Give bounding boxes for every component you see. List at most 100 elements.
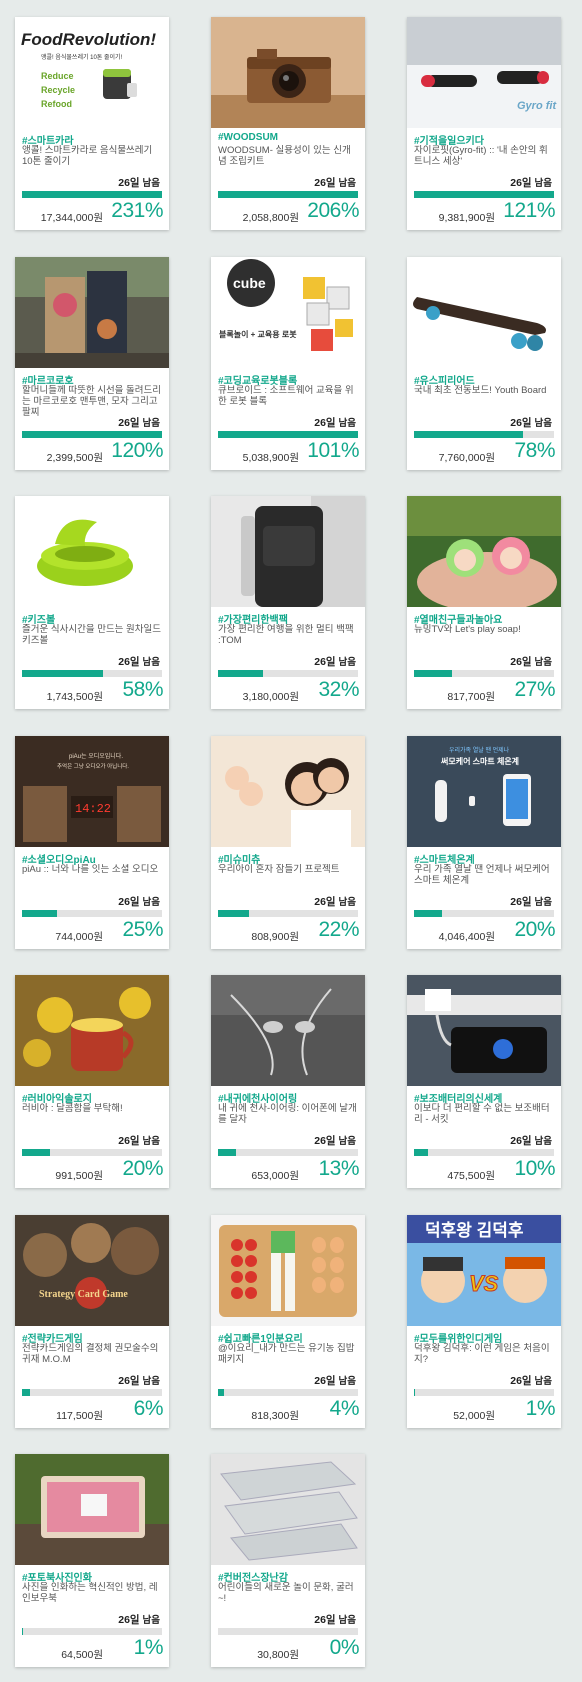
project-thumbnail[interactable]: piAu는 오디오입니다. 추억은 그냥 오디오가 아닙니다. 14:22 bbox=[15, 736, 169, 847]
project-thumbnail[interactable] bbox=[211, 1454, 365, 1565]
days-left-unit: 남음 bbox=[534, 657, 552, 668]
project-thumbnail[interactable] bbox=[15, 1454, 169, 1565]
funding-progress-fill bbox=[22, 1389, 31, 1396]
funded-percent: 1% bbox=[133, 1636, 164, 1659]
funded-amount: 52,000원 bbox=[453, 1410, 495, 1422]
project-card[interactable]: #미슈미츄 우리아이 혼자 잠들기 프로젝트 26일 남음 808,900원 22% bbox=[211, 736, 365, 949]
project-card[interactable]: piAu는 오디오입니다. 추억은 그냥 오디오가 아닙니다. 14:22 #소… bbox=[15, 736, 169, 949]
funding-progress-fill bbox=[22, 191, 162, 198]
project-card[interactable]: #포토북사진인화 사진을 인화하는 혁신적인 방법, 레인보우북 26일 남음 64,… bbox=[15, 1454, 169, 1667]
project-card[interactable]: #컨버전스장난감 어린이들의 새로운 놀이 문화, 굴러~! 26일 남음 30,80… bbox=[211, 1454, 365, 1667]
days-left-unit: 남음 bbox=[142, 418, 160, 429]
funded-percent: 0% bbox=[329, 1636, 360, 1659]
funded-percent: 20% bbox=[514, 918, 555, 941]
funded-percent: 58% bbox=[122, 678, 163, 701]
project-thumbnail[interactable] bbox=[407, 257, 561, 368]
project-thumbnail[interactable]: FoodRevolution! 앵콜! 음식물쓰레기 10톤 줄이기! Redu… bbox=[15, 17, 169, 128]
days-left: 26일 남음 bbox=[314, 654, 356, 669]
project-thumbnail[interactable] bbox=[15, 975, 169, 1086]
days-left: 26일 남음 bbox=[118, 654, 160, 669]
days-left-unit: 남음 bbox=[534, 418, 552, 429]
project-tag[interactable]: #WOODSUM bbox=[218, 132, 360, 143]
funded-percent: 6% bbox=[133, 1397, 164, 1420]
project-card[interactable]: 덕후왕 김덕후 VS #모두를위한인디게임 덕후왕 김덕후: 이런 게임은 처음이… bbox=[407, 1215, 561, 1428]
days-left: 26일 남음 bbox=[314, 175, 356, 190]
project-thumbnail[interactable]: 덕후왕 김덕후 VS bbox=[407, 1215, 561, 1326]
days-left: 26일 남음 bbox=[510, 1373, 552, 1388]
project-card[interactable]: Gyro fit #기적을일으키다 자이로핏(Gyro-fit) :: '내 손안… bbox=[407, 17, 561, 230]
funding-progress-fill bbox=[218, 910, 249, 917]
days-left-value: 26일 bbox=[118, 1135, 140, 1147]
funded-percent: 121% bbox=[503, 199, 555, 222]
earring-image bbox=[211, 975, 365, 1086]
funding-progress-bar bbox=[414, 910, 554, 917]
project-card[interactable]: #유스피리어드 국내 최초 전동보드! Youth Board 26일 남음 7,76… bbox=[407, 257, 561, 470]
project-card[interactable]: #키즈볼 즐거운 식사시간을 만드는 원차일드 키즈볼 26일 남음 1,743,50… bbox=[15, 496, 169, 709]
project-card[interactable]: #러비아익솔로지 러비아 : 달콤함을 부탁해! 26일 남음 991,500원 20% bbox=[15, 975, 169, 1188]
funded-amount: 991,500원 bbox=[55, 1170, 103, 1182]
project-card[interactable]: #WOODSUM WOODSUM- 실용성이 있는 신개념 조립키트 26일 남음 2… bbox=[211, 17, 365, 230]
days-left-unit: 남음 bbox=[338, 1615, 356, 1626]
funded-amount: 64,500원 bbox=[61, 1649, 103, 1661]
project-thumbnail[interactable] bbox=[211, 975, 365, 1086]
funding-progress-fill bbox=[22, 431, 162, 438]
funded-percent: 27% bbox=[514, 678, 555, 701]
project-thumbnail[interactable] bbox=[407, 975, 561, 1086]
days-left-unit: 남음 bbox=[338, 418, 356, 429]
funded-amount: 5,038,900원 bbox=[242, 452, 299, 464]
funding-progress-bar bbox=[218, 910, 358, 917]
project-thumbnail[interactable] bbox=[211, 17, 365, 128]
project-thumbnail[interactable] bbox=[15, 496, 169, 607]
project-thumbnail[interactable]: cube 블록놀이 + 교육용 로봇 bbox=[211, 257, 365, 368]
project-card[interactable]: FoodRevolution! 앵콜! 음식물쓰레기 10톤 줄이기! Redu… bbox=[15, 17, 169, 230]
days-left-unit: 남음 bbox=[142, 1376, 160, 1387]
game-title-text: 덕후왕 김덕후 bbox=[425, 1220, 524, 1240]
days-left-value: 26일 bbox=[510, 896, 532, 908]
gyrofit-logo-text: Gyro fit bbox=[517, 100, 557, 112]
project-card[interactable]: cube 블록놀이 + 교육용 로봇 #코딩교육로봇블록 큐브로이드 : 소프트웨… bbox=[211, 257, 365, 470]
funding-progress-fill bbox=[218, 670, 263, 677]
backpack-image bbox=[211, 496, 365, 607]
project-card[interactable]: #가장편리한백팩 가장 편리한 여행을 위한 멀티 백팩 :TOM 26일 남음 3,… bbox=[211, 496, 365, 709]
project-thumbnail[interactable] bbox=[211, 1215, 365, 1326]
funding-progress-bar bbox=[22, 1149, 162, 1156]
funding-progress-fill bbox=[414, 1389, 416, 1396]
project-thumbnail[interactable]: 우리가족 열날 땐 언제나 써모케어 스마트 체온계 bbox=[407, 736, 561, 847]
days-left-unit: 남음 bbox=[338, 1136, 356, 1147]
project-card[interactable]: #내귀에천사이어링 내 귀에 천사-이어링: 이어폰에 날개를 달자 26일 남음 6… bbox=[211, 975, 365, 1188]
project-thumbnail[interactable] bbox=[407, 496, 561, 607]
funded-amount: 30,800원 bbox=[257, 1649, 299, 1661]
funding-progress-fill bbox=[414, 1149, 428, 1156]
cubroid-subtitle-text: 블록놀이 + 교육용 로봇 bbox=[219, 329, 297, 339]
funding-progress-bar bbox=[22, 1389, 162, 1396]
funding-progress-bar bbox=[218, 191, 358, 198]
project-card[interactable]: #열매친구들과놀아요 뉴밍TV와 Let's play soap! 26일 남음 81… bbox=[407, 496, 561, 709]
days-left-value: 26일 bbox=[510, 1375, 532, 1387]
project-thumbnail[interactable] bbox=[211, 496, 365, 607]
funded-amount: 17,344,000원 bbox=[40, 212, 103, 224]
project-card[interactable]: #보조배터리의신세계 이보다 더 편리할 수 없는 보조배터리 - 서킷 26일 남… bbox=[407, 975, 561, 1188]
project-card[interactable]: #쉽고빠른1인분요리 @이요리_내가 만드는 유기농 집밥 패키지 26일 남음 81… bbox=[211, 1215, 365, 1428]
project-card[interactable]: 우리가족 열날 땐 언제나 써모케어 스마트 체온계 #스마트체온계 우리 가족 … bbox=[407, 736, 561, 949]
project-card[interactable]: Strategy Card Game #전략카드게임 전략카드게임의 결정체 권모… bbox=[15, 1215, 169, 1428]
days-left: 26일 남음 bbox=[118, 1373, 160, 1388]
days-left-value: 26일 bbox=[118, 417, 140, 429]
days-left-unit: 남음 bbox=[142, 1615, 160, 1626]
funding-progress-fill bbox=[22, 1628, 24, 1635]
days-left: 26일 남음 bbox=[314, 1133, 356, 1148]
project-thumbnail[interactable]: Strategy Card Game bbox=[15, 1215, 169, 1326]
project-card[interactable]: #마르코로호 할머니들께 따뜻한 시선을 돌려드리는 마르코로호 맨투맨, 모자 … bbox=[15, 257, 169, 470]
photobook-image bbox=[15, 1454, 169, 1565]
thermocare-image: 우리가족 열날 땐 언제나 써모케어 스마트 체온계 bbox=[407, 736, 561, 847]
project-thumbnail[interactable] bbox=[211, 736, 365, 847]
funded-percent: 206% bbox=[307, 199, 359, 222]
thermo-caption-text: 우리가족 열날 땐 언제나 bbox=[449, 746, 510, 754]
funded-percent: 78% bbox=[514, 439, 555, 462]
days-left-unit: 남음 bbox=[534, 178, 552, 189]
project-thumbnail[interactable] bbox=[15, 257, 169, 368]
project-thumbnail[interactable]: Gyro fit bbox=[407, 17, 561, 128]
youthboard-image bbox=[407, 257, 561, 368]
funded-percent: 4% bbox=[329, 1397, 360, 1420]
funding-progress-fill bbox=[22, 670, 104, 677]
funding-progress-bar bbox=[414, 431, 554, 438]
